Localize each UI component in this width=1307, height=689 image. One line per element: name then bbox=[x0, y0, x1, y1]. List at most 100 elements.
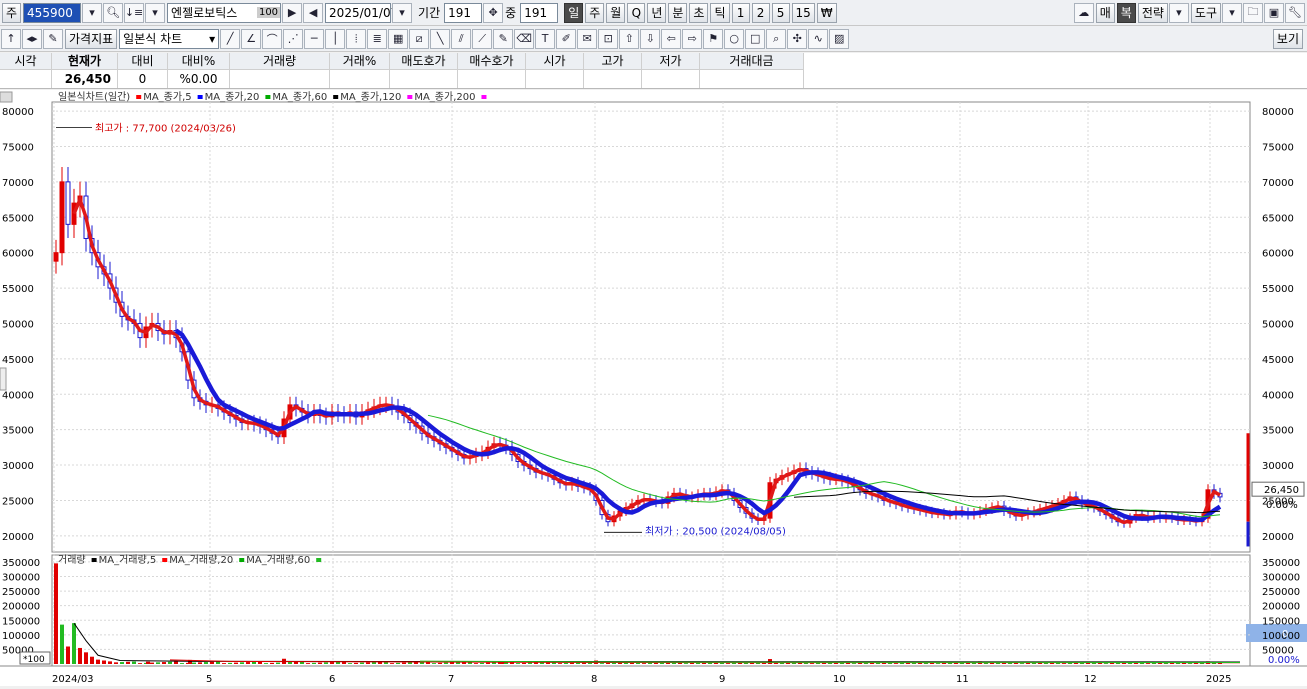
price-chart[interactable]: 2024/03 5 6 7 8 9 10 11 12 2025 80000 80000 75000 750… bbox=[0, 90, 1307, 686]
volume-bar bbox=[210, 661, 214, 664]
period-button[interactable]: 5 bbox=[771, 2, 790, 23]
period-button[interactable]: 월 bbox=[606, 2, 626, 23]
sort-icon[interactable]: ↓≡ bbox=[124, 2, 145, 23]
indicator-button[interactable]: 가격지표 bbox=[65, 28, 118, 49]
price-tick-left: 80000 bbox=[2, 107, 34, 118]
stock-name-field[interactable]: 엔젤로보틱스 100 bbox=[167, 2, 282, 23]
search-icon[interactable]: 🔍︎ bbox=[103, 2, 124, 23]
date-input[interactable]: 2025/01/07 bbox=[325, 2, 398, 23]
period-button[interactable]: 분 bbox=[668, 2, 688, 23]
arrow-up-icon[interactable]: ⇧ bbox=[619, 28, 640, 49]
volume-bar bbox=[156, 662, 160, 664]
period-button[interactable]: 일 bbox=[564, 2, 584, 23]
folder-icon[interactable]: 🗀 bbox=[1243, 2, 1263, 23]
x-axis-label: 12 bbox=[1084, 674, 1097, 685]
chevron-down-icon[interactable]: ▾ bbox=[145, 2, 166, 23]
arrow-right-icon[interactable]: ⇨ bbox=[682, 28, 703, 49]
volume-bar bbox=[192, 662, 196, 664]
legend-swatch bbox=[91, 558, 97, 562]
x-axis-label: 8 bbox=[591, 674, 597, 685]
tools-button[interactable]: 도구 bbox=[1190, 2, 1221, 23]
crosshair-icon[interactable]: ✣ bbox=[787, 28, 808, 49]
volume-bar bbox=[474, 663, 478, 664]
price-tick-left: 20000 bbox=[2, 532, 34, 543]
period-input[interactable]: 191 bbox=[444, 2, 483, 23]
count-input[interactable]: 191 bbox=[520, 2, 559, 23]
vertical-line-icon[interactable]: │ bbox=[325, 28, 346, 49]
arc-tool-icon[interactable]: ⌒ bbox=[262, 28, 283, 49]
volume-bar bbox=[486, 662, 490, 664]
line-tool-icon[interactable]: ╱ bbox=[220, 28, 241, 49]
candle-body bbox=[65, 181, 71, 225]
buy-sell-button[interactable]: 매 bbox=[1095, 2, 1115, 23]
period-button[interactable]: 년 bbox=[647, 2, 667, 23]
brush-icon[interactable]: ✐ bbox=[556, 28, 577, 49]
x-axis-label: 5 bbox=[206, 674, 212, 685]
text-icon[interactable]: T bbox=[535, 28, 556, 49]
view-button[interactable]: 보기 bbox=[1272, 28, 1303, 49]
quote-header: 거래량 bbox=[230, 53, 330, 70]
pen-icon[interactable]: ✎ bbox=[493, 28, 514, 49]
angle-tool-icon[interactable]: ∠ bbox=[241, 28, 262, 49]
move-icon[interactable]: ✥ bbox=[483, 2, 504, 23]
circle-icon[interactable]: ○ bbox=[724, 28, 745, 49]
period-button[interactable]: Q bbox=[627, 2, 646, 23]
price-tick-right: 70000 bbox=[1262, 178, 1294, 189]
calendar-dropdown-icon[interactable]: ▾ bbox=[392, 2, 413, 23]
period-button[interactable]: 주 bbox=[585, 2, 605, 23]
volume-bar bbox=[228, 662, 232, 664]
stamp-icon[interactable]: ⊡ bbox=[598, 28, 619, 49]
chart-area[interactable]: 2024/03 5 6 7 8 9 10 11 12 2025 80000 80000 75000 750… bbox=[0, 90, 1307, 686]
period-button[interactable]: 틱 bbox=[710, 2, 730, 23]
play-icon[interactable]: ▶ bbox=[282, 2, 303, 23]
fan-tool-icon[interactable]: ⋰ bbox=[283, 28, 304, 49]
legend-price-item: MA_종가,5 bbox=[143, 91, 191, 103]
flag-icon[interactable]: ⚑ bbox=[703, 28, 724, 49]
parallel-lines-icon[interactable]: ⫽ bbox=[451, 28, 472, 49]
chevron-down-icon[interactable]: ▾ bbox=[1222, 2, 1242, 23]
volume-bar bbox=[1146, 663, 1150, 664]
magnifier-icon[interactable]: ⌕ bbox=[766, 28, 787, 49]
volume-bar bbox=[330, 662, 334, 664]
strategy-button[interactable]: 전략 bbox=[1137, 2, 1168, 23]
quote-value bbox=[330, 70, 390, 88]
arrow-left-icon[interactable]: ⇦ bbox=[661, 28, 682, 49]
save-icon[interactable]: ▣ bbox=[1264, 2, 1284, 23]
arrow-down-icon[interactable]: ⇩ bbox=[640, 28, 661, 49]
cloud-icon[interactable]: ☁ bbox=[1073, 2, 1094, 23]
period-button[interactable]: 2 bbox=[751, 2, 770, 23]
compound-button[interactable]: 복 bbox=[1116, 2, 1136, 23]
volume-bar bbox=[288, 662, 292, 664]
stock-code-input[interactable]: 455900 bbox=[23, 2, 82, 23]
horizontal-line-icon[interactable]: ─ bbox=[304, 28, 325, 49]
regression-icon[interactable]: ⟋ bbox=[472, 28, 493, 49]
volume-bar bbox=[146, 661, 150, 664]
fibonacci-icon[interactable]: ≣ bbox=[367, 28, 388, 49]
eraser-icon[interactable]: ⌫ bbox=[514, 28, 535, 49]
period-button[interactable]: 1 bbox=[731, 2, 750, 23]
grid-lines-icon[interactable]: ▦ bbox=[388, 28, 409, 49]
volume-bar bbox=[180, 663, 184, 664]
legend-volume-item: MA_거래량,20 bbox=[169, 554, 233, 566]
period-button[interactable]: 초 bbox=[689, 2, 709, 23]
chevron-down-icon[interactable]: ▾ bbox=[1168, 2, 1189, 23]
wrench-icon[interactable]: 🔧︎ bbox=[1285, 2, 1305, 23]
period-button[interactable]: 15 bbox=[791, 2, 815, 23]
settings-icon[interactable]: ▨ bbox=[829, 28, 850, 49]
arrow-up-icon[interactable]: ↑ bbox=[1, 28, 21, 49]
cycle-lines-icon[interactable]: ⦙ bbox=[346, 28, 367, 49]
price-channel-icon[interactable]: ⧄ bbox=[409, 28, 430, 49]
rectangle-icon[interactable]: □ bbox=[745, 28, 766, 49]
edit-icon[interactable]: ✎ bbox=[43, 28, 63, 49]
trend-line-icon[interactable]: ╲ bbox=[430, 28, 451, 49]
resize-arrows-icon[interactable]: ◂▸ bbox=[22, 28, 42, 49]
chart-type-select[interactable]: 일본식 차트 ▾ bbox=[119, 28, 220, 49]
volume-bar bbox=[600, 663, 604, 664]
period-button[interactable]: ₩ bbox=[816, 2, 837, 23]
pattern-icon[interactable]: ∿ bbox=[808, 28, 829, 49]
market-button[interactable]: 주 bbox=[2, 2, 22, 23]
chevron-down-icon[interactable]: ▾ bbox=[82, 2, 103, 23]
note-icon[interactable]: ✉ bbox=[577, 28, 598, 49]
play-back-icon[interactable]: ◀ bbox=[303, 2, 324, 23]
volume-bar bbox=[132, 661, 136, 664]
